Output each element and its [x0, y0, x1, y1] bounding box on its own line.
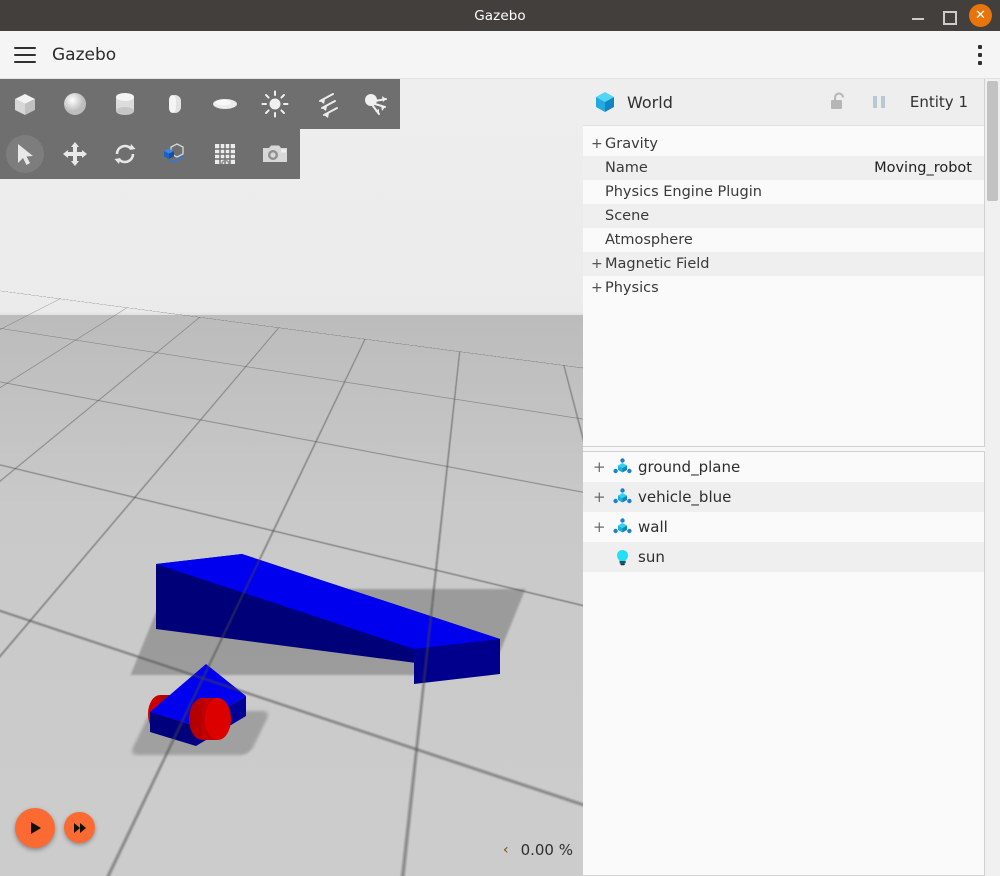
- collapse-chevron-icon[interactable]: ‹: [503, 842, 509, 858]
- vehicle-blue-model[interactable]: [138, 654, 268, 754]
- model-icon: [610, 518, 634, 537]
- transform-mode-button[interactable]: [150, 129, 200, 179]
- expander-icon[interactable]: +: [591, 280, 605, 296]
- property-row-physics-engine-plugin[interactable]: Physics Engine Plugin: [583, 180, 984, 204]
- expander-icon[interactable]: +: [593, 518, 610, 536]
- property-row-scene[interactable]: Scene: [583, 204, 984, 228]
- model-icon: [610, 488, 634, 507]
- world-cube-icon: [593, 90, 617, 114]
- window-controls: ✕: [909, 0, 992, 31]
- capsule-shape-button[interactable]: [150, 79, 200, 129]
- property-row-atmosphere[interactable]: Atmosphere: [583, 228, 984, 252]
- right-panel: World Entity 1 + Gravity: [583, 79, 1000, 876]
- rotate-mode-button[interactable]: [100, 129, 150, 179]
- expander-icon[interactable]: +: [591, 256, 605, 272]
- entity-tree: + ground_plane +: [583, 451, 985, 876]
- component-inspector: World Entity 1 + Gravity: [583, 79, 985, 447]
- window-titlebar: Gazebo ✕: [0, 0, 1000, 31]
- transform-cube-icon: [160, 141, 190, 167]
- point-light-icon: [261, 90, 289, 118]
- inspector-title: World: [627, 93, 673, 112]
- light-bulb-icon: [610, 548, 634, 567]
- right-panel-scrollbar[interactable]: [985, 79, 1000, 876]
- realtime-factor-display: ‹ 0.00 %: [503, 841, 573, 859]
- select-mode-button[interactable]: [0, 129, 50, 179]
- sphere-icon: [61, 90, 89, 118]
- box-icon: [11, 90, 39, 118]
- cylinder-shape-button[interactable]: [100, 79, 150, 129]
- capsule-icon: [161, 90, 189, 118]
- entity-label: Entity 1: [910, 93, 968, 111]
- step-forward-icon: [73, 822, 87, 834]
- property-label: Scene: [605, 208, 649, 224]
- move-arrows-icon: [62, 141, 88, 167]
- play-icon: [27, 820, 43, 836]
- tree-item-label: ground_plane: [638, 458, 740, 476]
- cursor-arrow-icon: [12, 141, 38, 167]
- box-shape-button[interactable]: [0, 79, 50, 129]
- shapes-toolbar: [0, 79, 400, 129]
- step-forward-button[interactable]: [64, 812, 95, 843]
- sphere-shape-button[interactable]: [50, 79, 100, 129]
- play-button[interactable]: [15, 808, 55, 848]
- expander-icon[interactable]: +: [593, 488, 610, 506]
- property-label: Name: [605, 160, 648, 176]
- tools-toolbar: [0, 129, 300, 179]
- tree-item-label: vehicle_blue: [638, 488, 731, 506]
- point-light-button[interactable]: [250, 79, 300, 129]
- screenshot-button[interactable]: [250, 129, 300, 179]
- property-label: Magnetic Field: [605, 256, 709, 272]
- property-row-physics[interactable]: + Physics: [583, 276, 984, 300]
- property-value: Moving_robot: [874, 160, 972, 176]
- close-button[interactable]: ✕: [969, 4, 992, 27]
- spot-light-icon: [361, 90, 389, 118]
- vertical-dots-icon[interactable]: [978, 45, 982, 65]
- scrollbar-thumb[interactable]: [987, 81, 998, 201]
- property-label: Atmosphere: [605, 232, 693, 248]
- hamburger-menu-icon[interactable]: [12, 45, 38, 65]
- spot-light-button[interactable]: [350, 79, 400, 129]
- model-icon: [610, 458, 634, 477]
- gazebo-window: Gazebo ✕ Gazebo: [0, 0, 1000, 876]
- translate-mode-button[interactable]: [50, 129, 100, 179]
- cylinder-icon: [111, 90, 139, 118]
- render-viewport[interactable]: ‹ 0.00 %: [0, 79, 583, 876]
- property-label: Physics Engine Plugin: [605, 184, 762, 200]
- expander-icon[interactable]: +: [593, 458, 610, 476]
- property-row-gravity[interactable]: + Gravity: [583, 132, 984, 156]
- property-row-magnetic-field[interactable]: + Magnetic Field: [583, 252, 984, 276]
- grid-toggle-button[interactable]: [200, 129, 250, 179]
- window-title: Gazebo: [474, 8, 526, 24]
- directional-light-button[interactable]: [300, 79, 350, 129]
- tree-item-wall[interactable]: + wall: [583, 512, 984, 542]
- tree-item-sun[interactable]: sun: [583, 542, 984, 572]
- property-row-name[interactable]: Name Moving_robot: [583, 156, 984, 180]
- directional-light-icon: [311, 90, 339, 118]
- tree-item-vehicle-blue[interactable]: + vehicle_blue: [583, 482, 984, 512]
- unlock-icon[interactable]: [828, 91, 848, 113]
- minimize-button[interactable]: [909, 7, 927, 25]
- realtime-factor-value: 0.00 %: [521, 841, 573, 859]
- property-label: Physics: [605, 280, 659, 296]
- pause-icon[interactable]: [870, 93, 888, 111]
- grid-icon: [212, 141, 238, 167]
- rotate-arrows-icon: [112, 141, 138, 167]
- inspector-header: World Entity 1: [583, 79, 984, 126]
- property-label: Gravity: [605, 136, 658, 152]
- ellipsoid-icon: [211, 90, 239, 118]
- tree-item-label: sun: [638, 548, 665, 566]
- expander-icon[interactable]: +: [591, 136, 605, 152]
- app-bar: Gazebo: [0, 31, 1000, 79]
- inspector-property-list: + Gravity Name Moving_robot Physics Engi…: [583, 126, 984, 300]
- tree-item-ground-plane[interactable]: + ground_plane: [583, 452, 984, 482]
- app-title: Gazebo: [52, 45, 116, 65]
- tree-item-label: wall: [638, 518, 668, 536]
- ellipsoid-shape-button[interactable]: [200, 79, 250, 129]
- camera-icon: [261, 142, 289, 166]
- maximize-button[interactable]: [939, 7, 957, 25]
